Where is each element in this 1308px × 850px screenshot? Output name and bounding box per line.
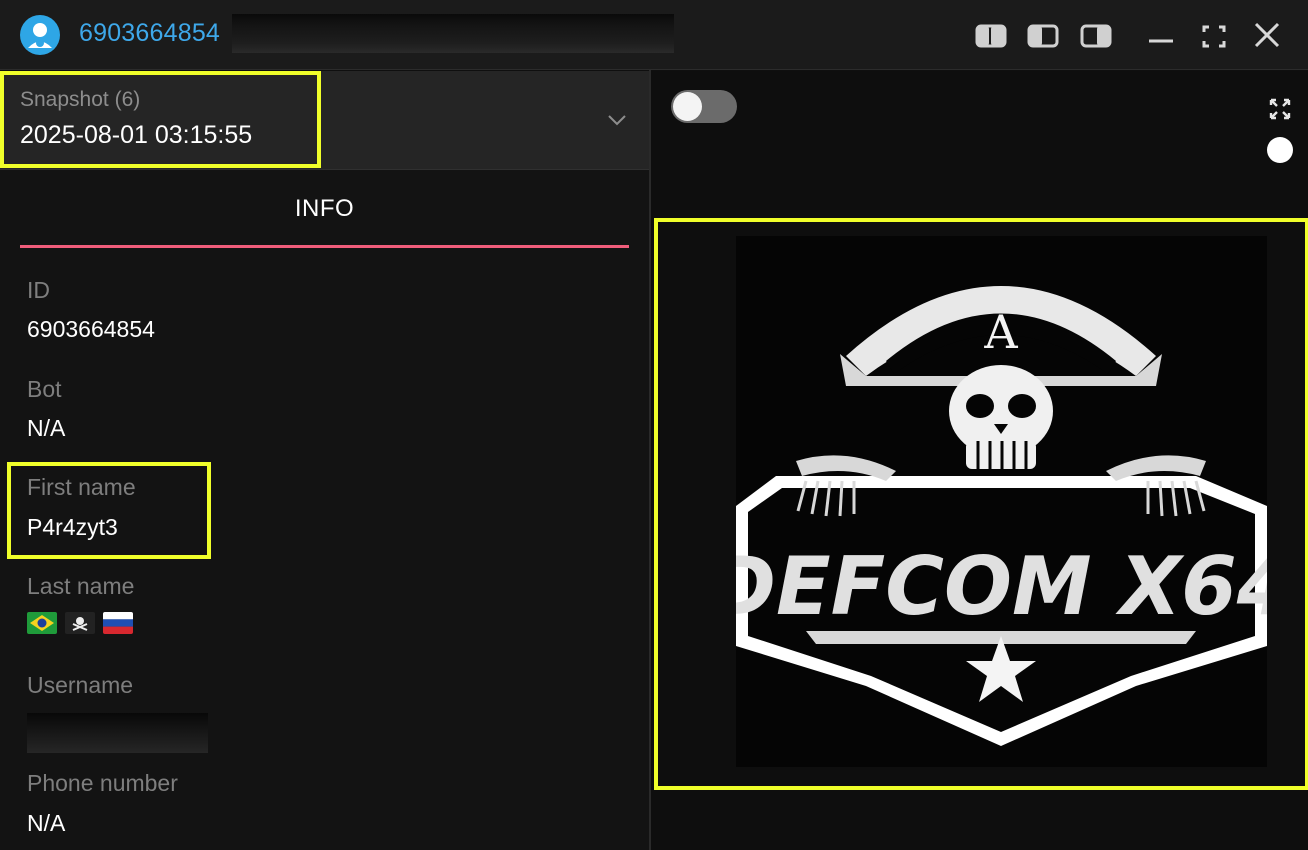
flag-pirate-icon	[65, 612, 95, 634]
username-value-redacted	[27, 713, 208, 753]
phone-value: N/A	[27, 810, 66, 836]
minimize-icon[interactable]	[1143, 18, 1179, 54]
maximize-icon[interactable]	[1196, 18, 1232, 54]
media-toggle[interactable]	[671, 90, 737, 123]
phone-label: Phone number	[27, 770, 178, 796]
redacted-title	[232, 14, 674, 53]
user-avatar-icon	[20, 15, 60, 55]
first-name-label: First name	[27, 474, 136, 500]
layout-right-icon[interactable]	[1078, 18, 1114, 54]
snapshot-selector[interactable]: Snapshot (6) 2025-08-01 03:15:55	[0, 71, 649, 170]
expand-icon[interactable]	[1268, 97, 1292, 121]
flag-brazil-icon	[27, 612, 57, 634]
logo-text: DEFCOM X64	[736, 540, 1267, 633]
chevron-down-icon[interactable]	[604, 107, 630, 133]
snapshot-label: Snapshot (6)	[20, 88, 141, 111]
logo-top-letter: A	[983, 305, 1018, 359]
title-bar: 6903664854	[0, 0, 1308, 70]
toggle-knob	[673, 92, 702, 121]
media-panel: A DEFCOM X64	[651, 71, 1308, 850]
bot-value: N/A	[27, 415, 66, 441]
status-dot[interactable]	[1267, 137, 1293, 163]
tab-info[interactable]: INFO	[20, 171, 629, 249]
snapshot-value: 2025-08-01 03:15:55	[20, 121, 253, 149]
profile-image[interactable]: A DEFCOM X64	[736, 236, 1267, 767]
last-name-label: Last name	[27, 573, 135, 599]
tab-info-label: INFO	[294, 195, 355, 222]
last-name-value	[27, 612, 133, 638]
username-label: Username	[27, 672, 134, 698]
close-icon[interactable]	[1249, 18, 1285, 54]
window-title-id: 6903664854	[79, 19, 221, 47]
id-value: 6903664854	[27, 316, 155, 342]
tab-active-indicator	[20, 245, 629, 248]
id-label: ID	[27, 277, 50, 303]
flag-russia-icon	[103, 612, 133, 634]
first-name-value: P4r4zyt3	[27, 514, 118, 540]
layout-center-icon[interactable]	[1025, 18, 1061, 54]
layout-left-icon[interactable]	[973, 18, 1009, 54]
bot-label: Bot	[27, 376, 62, 402]
info-panel: Snapshot (6) 2025-08-01 03:15:55 INFO ID…	[0, 71, 649, 850]
